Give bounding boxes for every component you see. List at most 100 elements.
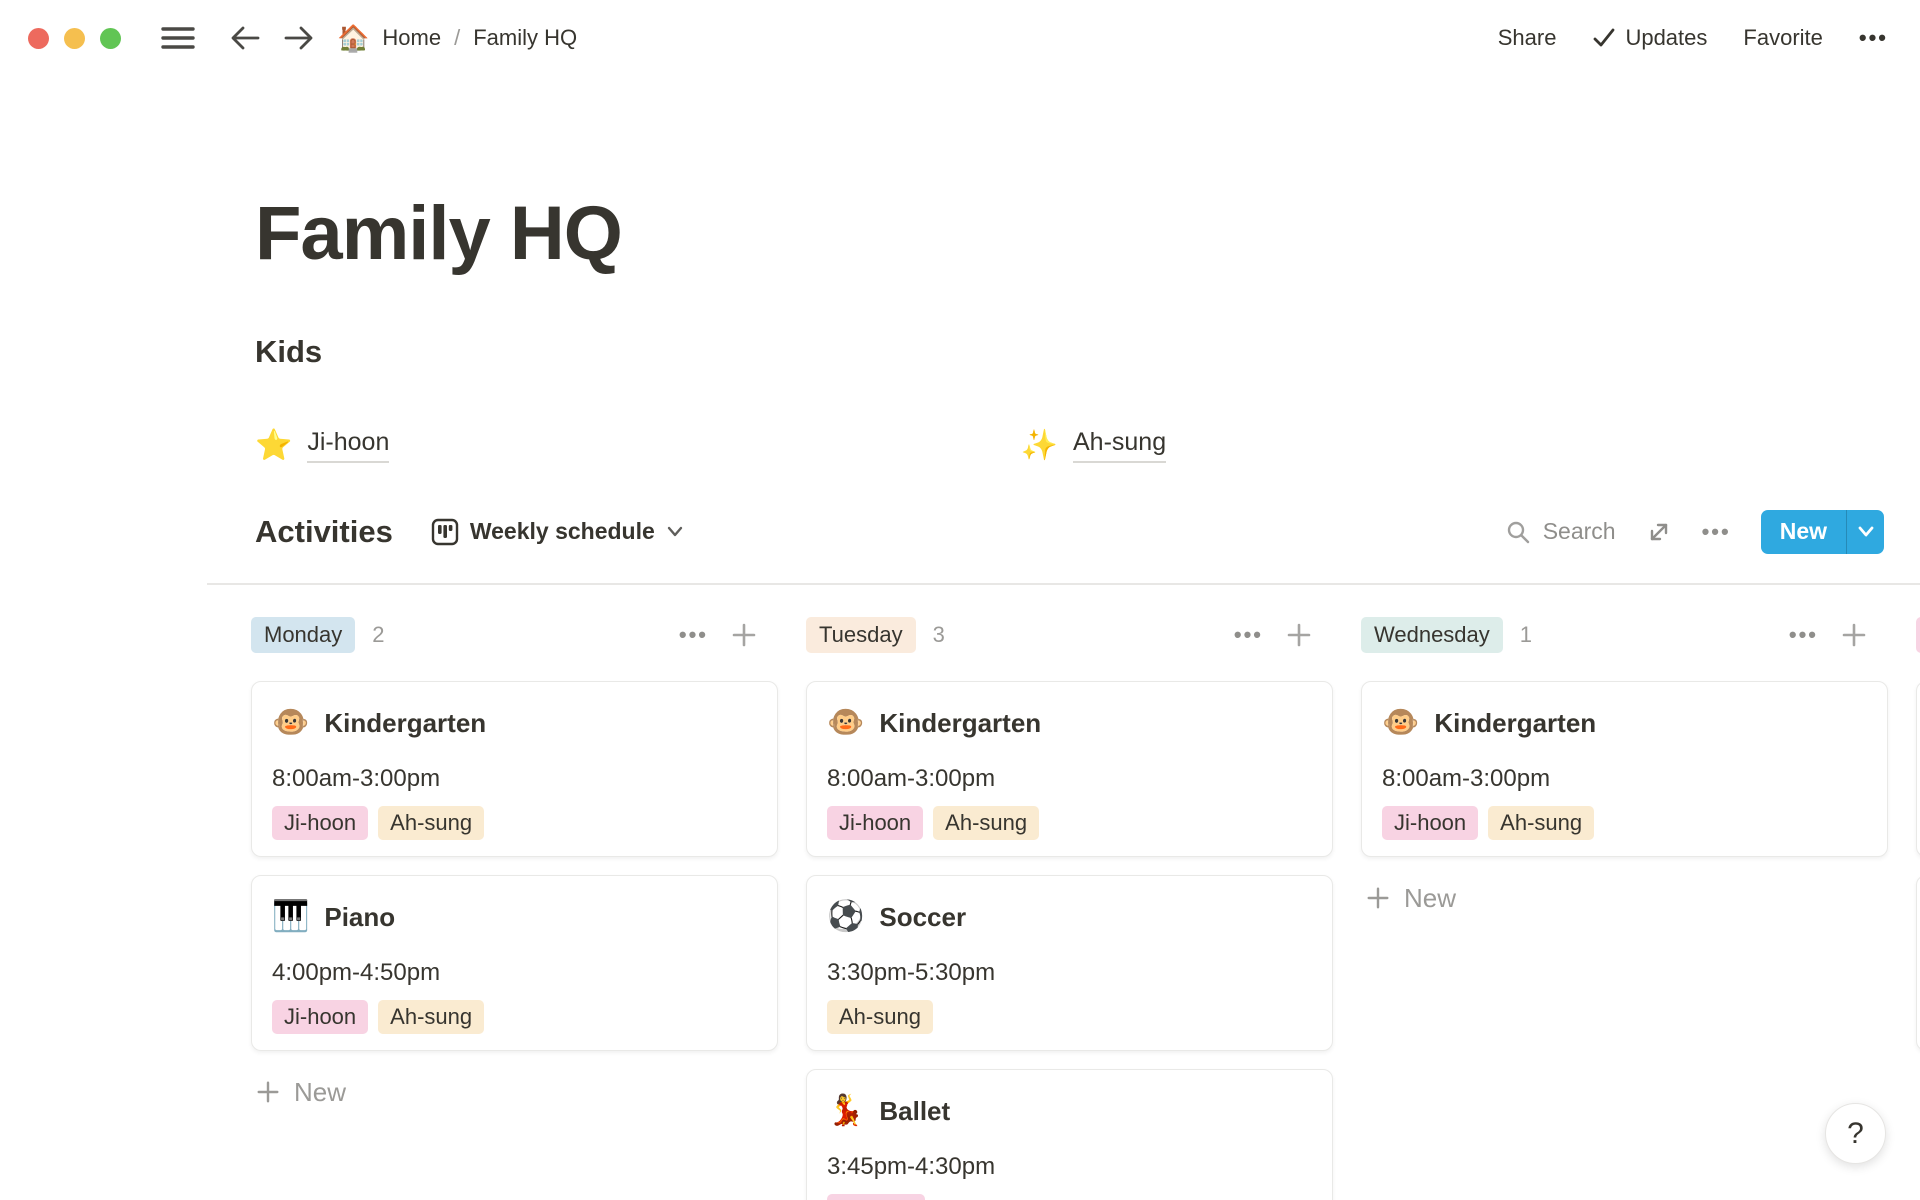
tag-ahsung: Ah-sung (378, 806, 484, 840)
column-header: Monday 2 ••• (251, 617, 778, 653)
minimize-window-button[interactable] (64, 28, 85, 49)
group-pill-wednesday[interactable]: Wednesday (1361, 617, 1503, 653)
activities-toolbar: Activities Weekly schedule Search ••• Ne… (255, 509, 1884, 555)
updates-button[interactable]: Updates (1592, 25, 1707, 51)
card-time: 3:45pm-4:30pm (827, 1152, 1312, 1182)
card-title: Kindergarten (324, 704, 486, 742)
activity-card-partial[interactable] (1916, 681, 1920, 857)
card-tags: Ji-hoon Ah-sung (272, 806, 757, 840)
zoom-window-button[interactable] (100, 28, 121, 49)
card-title: Piano (324, 898, 395, 936)
soccer-ball-emoji-icon: ⚽ (827, 898, 864, 936)
tag-jihoon: Ji-hoon (272, 806, 368, 840)
tag-ahsung: Ah-sung (1488, 806, 1594, 840)
add-new-label: New (1404, 883, 1456, 914)
tag-ahsung: Ah-sung (827, 1000, 933, 1034)
collection-more-options-button[interactable]: ••• (1702, 519, 1731, 545)
add-card-icon[interactable] (1840, 621, 1868, 649)
column-header: Tuesday 3 ••• (806, 617, 1333, 653)
breadcrumb-home-link[interactable]: Home (382, 25, 441, 51)
monkey-emoji-icon: 🐵 (1382, 704, 1419, 742)
chevron-down-icon (666, 525, 684, 538)
monkey-emoji-icon: 🐵 (272, 704, 309, 742)
card-time: 8:00am-3:00pm (827, 764, 1312, 794)
plus-icon (255, 1079, 281, 1105)
board-column-partial (1916, 617, 1920, 1200)
tag-ahsung: Ah-sung (933, 806, 1039, 840)
card-tags: Ji-hoon Ah-sung (272, 1000, 757, 1034)
card-tags: Ah-sung (827, 1000, 1312, 1034)
activity-card-soccer[interactable]: ⚽ Soccer 3:30pm-5:30pm Ah-sung (806, 875, 1333, 1051)
card-title: Soccer (879, 898, 966, 936)
group-pill-monday[interactable]: Monday (251, 617, 355, 653)
page-title: Family HQ (255, 186, 1884, 281)
add-card-icon[interactable] (730, 621, 758, 649)
dancer-emoji-icon: 💃 (827, 1092, 864, 1130)
activity-card-partial[interactable] (1916, 875, 1920, 1051)
tag-jihoon: Ji-hoon (827, 806, 923, 840)
search-label: Search (1543, 518, 1616, 545)
tag-partially-visible (827, 1194, 925, 1200)
search-icon (1505, 519, 1531, 545)
piano-emoji-icon: 🎹 (272, 898, 309, 936)
group-pill-partial[interactable] (1916, 617, 1920, 653)
breadcrumb: 🏠 Home / Family HQ (337, 23, 577, 54)
sidebar-menu-icon[interactable] (161, 25, 195, 51)
star-emoji-icon: ⭐ (255, 428, 292, 463)
back-arrow-icon[interactable] (229, 24, 261, 52)
tag-jihoon: Ji-hoon (1382, 806, 1478, 840)
view-label: Weekly schedule (470, 518, 655, 545)
board-column-tuesday: Tuesday 3 ••• 🐵 Kindergarten 8:00am-3:00… (806, 617, 1333, 1200)
activity-card-kindergarten[interactable]: 🐵 Kindergarten 8:00am-3:00pm Ji-hoon Ah-… (251, 681, 778, 857)
new-entry-button-group: New (1761, 510, 1884, 554)
activity-card-ballet[interactable]: 💃 Ballet 3:45pm-4:30pm (806, 1069, 1333, 1200)
column-count: 1 (1520, 622, 1532, 648)
activity-card-kindergarten[interactable]: 🐵 Kindergarten 8:00am-3:00pm Ji-hoon Ah-… (1361, 681, 1888, 857)
column-count: 3 (933, 622, 945, 648)
help-button[interactable]: ? (1825, 1103, 1886, 1164)
kid-link-label: Ji-hoon (307, 428, 389, 463)
favorite-button[interactable]: Favorite (1743, 25, 1822, 51)
board-column-wednesday: Wednesday 1 ••• 🐵 Kindergarten 8:00am-3:… (1361, 617, 1888, 1200)
close-window-button[interactable] (28, 28, 49, 49)
board-view-icon (431, 518, 459, 546)
kid-link-label: Ah-sung (1073, 428, 1166, 463)
group-pill-tuesday[interactable]: Tuesday (806, 617, 916, 653)
kids-link-columns: ⭐ Ji-hoon ✨ Ah-sung (255, 428, 1884, 463)
kid-page-link-jihoon[interactable]: ⭐ Ji-hoon (255, 428, 389, 463)
check-icon (1592, 27, 1616, 49)
card-title: Ballet (879, 1092, 950, 1130)
add-card-icon[interactable] (1285, 621, 1313, 649)
search-button[interactable]: Search (1505, 518, 1616, 545)
column-more-options-button[interactable]: ••• (679, 622, 708, 648)
forward-arrow-icon[interactable] (283, 24, 315, 52)
tag-ahsung: Ah-sung (378, 1000, 484, 1034)
view-selector-weekly-schedule[interactable]: Weekly schedule (431, 518, 684, 546)
card-time: 4:00pm-4:50pm (272, 958, 757, 988)
activity-card-kindergarten[interactable]: 🐵 Kindergarten 8:00am-3:00pm Ji-hoon Ah-… (806, 681, 1333, 857)
sparkles-emoji-icon: ✨ (1021, 428, 1058, 463)
add-new-card-button[interactable]: New (251, 1077, 778, 1108)
collection-divider (207, 583, 1920, 585)
expand-view-icon[interactable] (1646, 519, 1672, 545)
new-entry-dropdown-button[interactable] (1846, 510, 1884, 554)
breadcrumb-separator: / (454, 25, 460, 51)
kid-page-link-ahsung[interactable]: ✨ Ah-sung (1021, 428, 1166, 463)
plus-icon (1365, 885, 1391, 911)
add-new-card-button[interactable]: New (1361, 883, 1888, 914)
card-title: Kindergarten (1434, 704, 1596, 742)
chevron-down-icon (1857, 525, 1875, 538)
breadcrumb-current-page[interactable]: Family HQ (473, 25, 577, 51)
card-time: 3:30pm-5:30pm (827, 958, 1312, 988)
add-new-label: New (294, 1077, 346, 1108)
card-time: 8:00am-3:00pm (272, 764, 757, 794)
tag-jihoon: Ji-hoon (272, 1000, 368, 1034)
activity-card-piano[interactable]: 🎹 Piano 4:00pm-4:50pm Ji-hoon Ah-sung (251, 875, 778, 1051)
column-more-options-button[interactable]: ••• (1234, 622, 1263, 648)
home-page-emoji-icon: 🏠 (337, 23, 369, 54)
column-more-options-button[interactable]: ••• (1789, 622, 1818, 648)
toolbar-right-actions: Search ••• New (1505, 510, 1884, 554)
share-button[interactable]: Share (1498, 25, 1557, 51)
page-more-options-button[interactable]: ••• (1859, 25, 1888, 51)
new-entry-button[interactable]: New (1761, 510, 1846, 554)
